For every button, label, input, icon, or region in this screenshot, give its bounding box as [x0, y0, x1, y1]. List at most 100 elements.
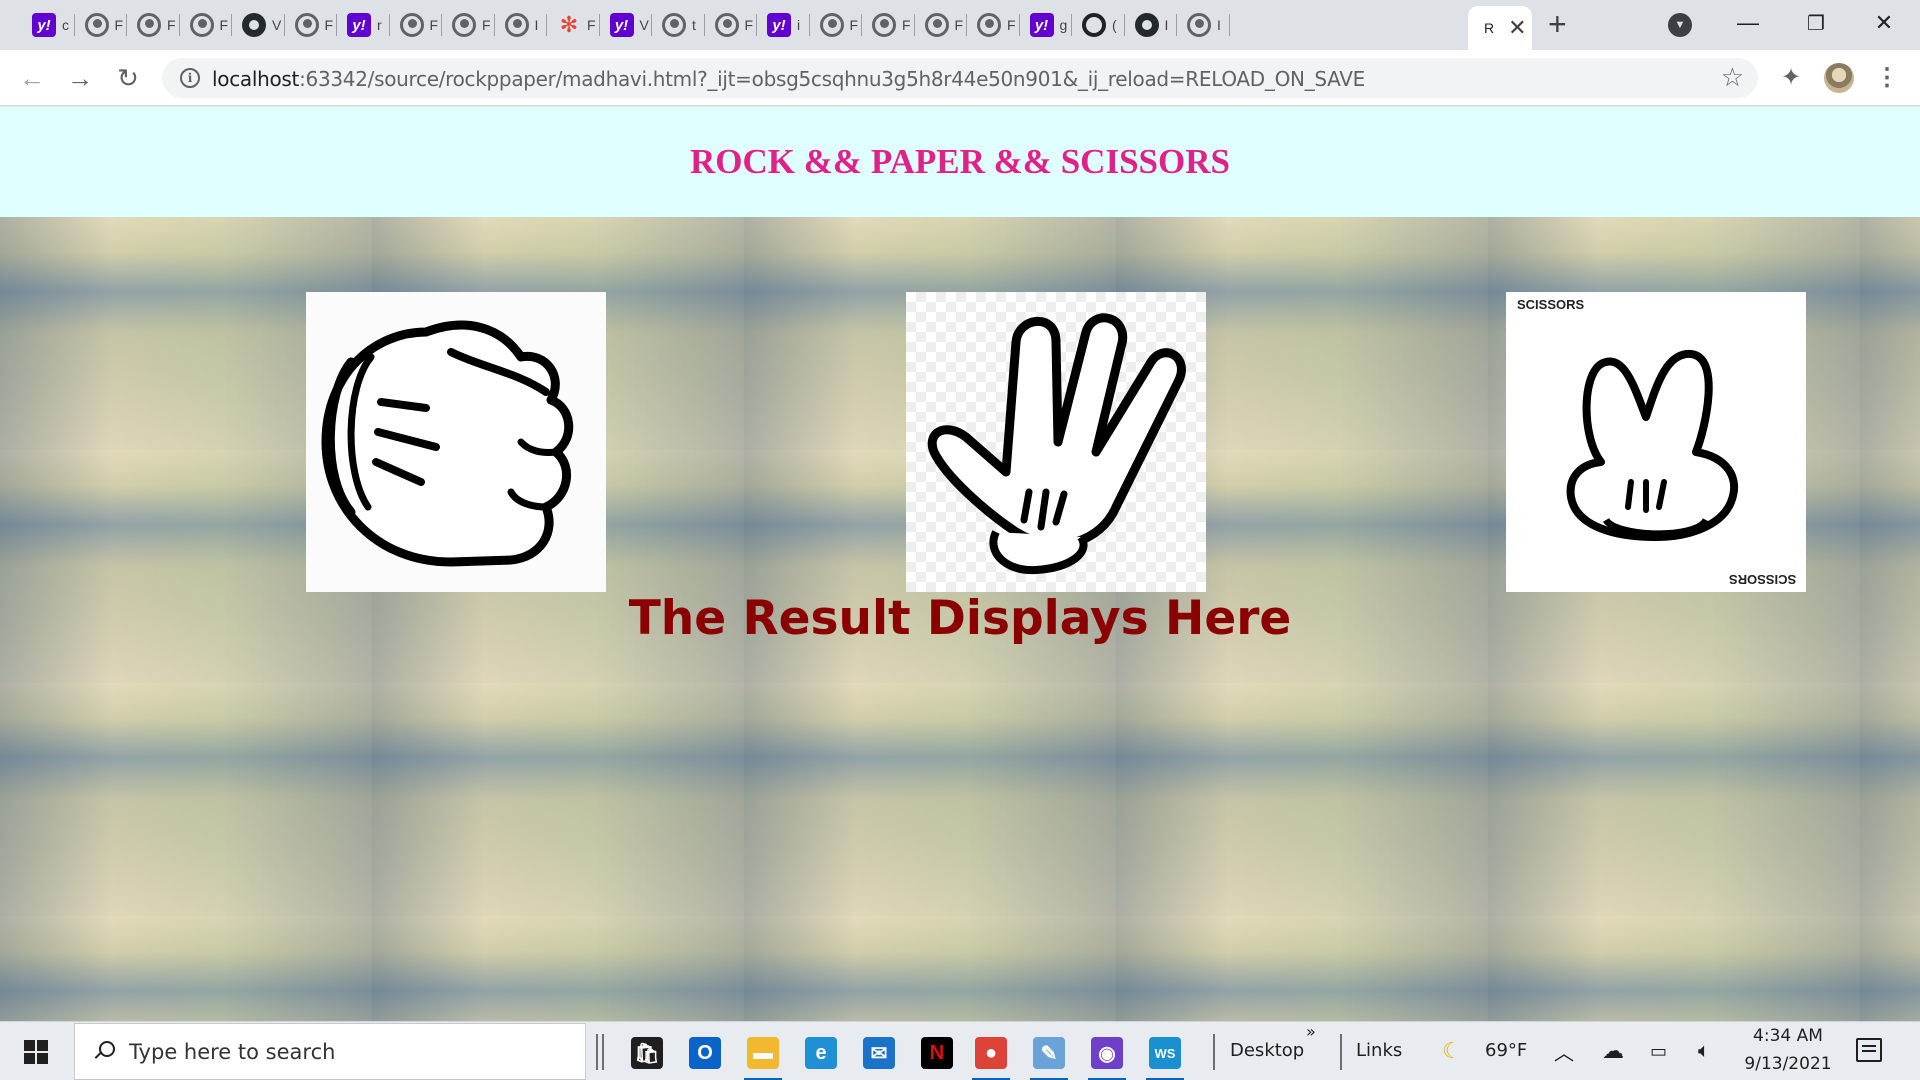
- taskbar-divider: [596, 1034, 598, 1070]
- extensions-puzzle-icon[interactable]: ✦: [1776, 62, 1806, 92]
- chrome-menu-icon[interactable]: ⋮: [1872, 62, 1902, 92]
- clock-date[interactable]: 9/13/2021: [1738, 1054, 1838, 1074]
- page-title: ROCK && PAPER && SCISSORS: [690, 142, 1230, 181]
- tab-search-icon[interactable]: ▼: [1668, 13, 1692, 37]
- yahoo-icon: y!: [609, 13, 634, 37]
- taskbar-app-webstorm[interactable]: WS: [1142, 1030, 1188, 1080]
- rock-fist-icon: [306, 292, 606, 592]
- profile-avatar[interactable]: [1824, 63, 1854, 93]
- start-button[interactable]: [12, 1034, 60, 1070]
- outlook-icon: O: [689, 1037, 721, 1069]
- taskbar-search-box[interactable]: Type here to search: [74, 1023, 586, 1080]
- browser-tab[interactable]: t: [652, 8, 705, 42]
- new-tab-button[interactable]: +: [1548, 6, 1567, 43]
- links-toolbar[interactable]: Links: [1356, 1040, 1402, 1061]
- browser-tab[interactable]: I: [495, 8, 547, 42]
- taskbar-app-chrome[interactable]: ●: [968, 1030, 1014, 1080]
- taskbar-app-store[interactable]: 🛍︎: [624, 1030, 670, 1076]
- weather-temp[interactable]: 69°F: [1485, 1040, 1527, 1061]
- globe-icon: [189, 13, 214, 37]
- bookmark-star-icon[interactable]: ☆: [1721, 62, 1744, 93]
- chrome-icon: ●: [975, 1037, 1007, 1069]
- scissors-hand-icon: [1566, 350, 1739, 541]
- tab-title: V: [639, 17, 649, 33]
- rock-choice[interactable]: [306, 292, 606, 592]
- tab-title: I: [1164, 17, 1169, 33]
- clock-time[interactable]: 4:34 AM: [1744, 1026, 1832, 1046]
- taskbar-app-paint[interactable]: ✎: [1026, 1030, 1072, 1080]
- tab-title: V: [272, 17, 282, 33]
- minimize-button[interactable]: —: [1718, 6, 1778, 40]
- globe-icon: [714, 13, 739, 37]
- taskbar-app-file-explorer[interactable]: ▬: [740, 1030, 786, 1080]
- browser-tab[interactable]: I: [1177, 8, 1230, 42]
- url-text[interactable]: localhost:63342/source/rockppaper/madhav…: [212, 67, 1365, 91]
- browser-tab[interactable]: F: [810, 8, 862, 42]
- taskbar-app-mail[interactable]: ✉: [856, 1030, 902, 1076]
- tab-active[interactable]: R ✕: [1468, 6, 1532, 50]
- browser-tab[interactable]: F: [862, 8, 915, 42]
- search-icon: [93, 1040, 115, 1063]
- browser-tab[interactable]: F: [390, 8, 442, 42]
- browser-tab[interactable]: I: [1125, 8, 1177, 42]
- ring-icon: [1082, 13, 1106, 37]
- browser-tab[interactable]: F: [915, 8, 967, 42]
- browser-tab[interactable]: F: [127, 8, 180, 42]
- battery-icon[interactable]: ▭: [1650, 1036, 1667, 1066]
- browser-tab[interactable]: F: [442, 8, 495, 42]
- volume-icon[interactable]: 🔈︎: [1698, 1036, 1710, 1066]
- tab-close-icon[interactable]: ✕: [1508, 15, 1526, 41]
- taskbar-app-outlook[interactable]: O: [682, 1030, 728, 1076]
- browser-tab[interactable]: y! i: [757, 8, 810, 42]
- browser-tab[interactable]: y! c: [22, 8, 75, 42]
- scissors-choice[interactable]: SCISSORS SCISSORS: [1506, 292, 1806, 592]
- tab-title: F: [482, 17, 491, 33]
- browser-tab[interactable]: y! g: [1020, 8, 1072, 42]
- browser-tab[interactable]: F: [180, 8, 232, 42]
- taskbar-app-github-desktop[interactable]: ◉: [1084, 1030, 1130, 1080]
- tab-title: F: [587, 17, 596, 33]
- globe-icon: [924, 13, 949, 37]
- show-hidden-icons-chevron-icon[interactable]: ︿: [1554, 1036, 1574, 1066]
- browser-tab[interactable]: y! V: [600, 8, 652, 42]
- toolbar-overflow-icon[interactable]: »: [1306, 1022, 1316, 1041]
- globe-icon: [84, 13, 109, 37]
- forward-button[interactable]: →: [64, 62, 96, 94]
- globe-icon: [504, 13, 529, 37]
- toolbar-divider-desktop: [1213, 1034, 1215, 1070]
- browser-toolbar: ← → ↻ i localhost:63342/source/rockppape…: [0, 50, 1920, 106]
- tab-title: F: [902, 17, 911, 33]
- globe-icon: [294, 13, 319, 37]
- back-button[interactable]: ←: [16, 62, 48, 94]
- close-window-button[interactable]: ✕: [1854, 6, 1914, 40]
- reload-button[interactable]: ↻: [112, 62, 144, 94]
- browser-tab[interactable]: ✻ F: [547, 8, 600, 42]
- search-placeholder: Type here to search: [129, 1039, 336, 1064]
- browser-tab[interactable]: F: [705, 8, 757, 42]
- restore-button[interactable]: ❐: [1786, 6, 1846, 40]
- browser-tab[interactable]: F: [967, 8, 1020, 42]
- paper-choice[interactable]: [906, 292, 1206, 592]
- globe-icon: [872, 13, 896, 37]
- browser-tab[interactable]: V: [232, 8, 285, 42]
- windows-taskbar: Type here to search 🛍︎ O ▬ e ✉ N ● ✎ ◉ WS Desktop…: [0, 1021, 1920, 1080]
- site-info-icon[interactable]: i: [180, 68, 200, 88]
- tab-title: (: [1112, 17, 1117, 33]
- browser-tab[interactable]: (: [1072, 8, 1125, 42]
- globe-icon: [662, 13, 686, 37]
- onedrive-cloud-icon[interactable]: ☁: [1602, 1036, 1624, 1066]
- tab-title: F: [114, 17, 124, 33]
- action-center-icon[interactable]: [1856, 1038, 1882, 1062]
- taskbar-app-edge[interactable]: e: [798, 1030, 844, 1076]
- netflix-icon: N: [921, 1037, 953, 1069]
- browser-tab[interactable]: y! r: [337, 8, 390, 42]
- webstorm-icon: WS: [1149, 1037, 1181, 1069]
- desktop-toolbar[interactable]: Desktop: [1230, 1040, 1304, 1061]
- taskbar-app-netflix[interactable]: N: [914, 1030, 960, 1076]
- browser-tab[interactable]: F: [75, 8, 127, 42]
- address-bar[interactable]: i localhost:63342/source/rockppaper/madh…: [162, 58, 1758, 98]
- moon-weather-icon[interactable]: ☾: [1442, 1036, 1462, 1066]
- scissors-image-label-bottom: SCISSORS: [1728, 572, 1796, 587]
- browser-tab[interactable]: F: [285, 8, 337, 42]
- yahoo-icon: y!: [32, 13, 56, 37]
